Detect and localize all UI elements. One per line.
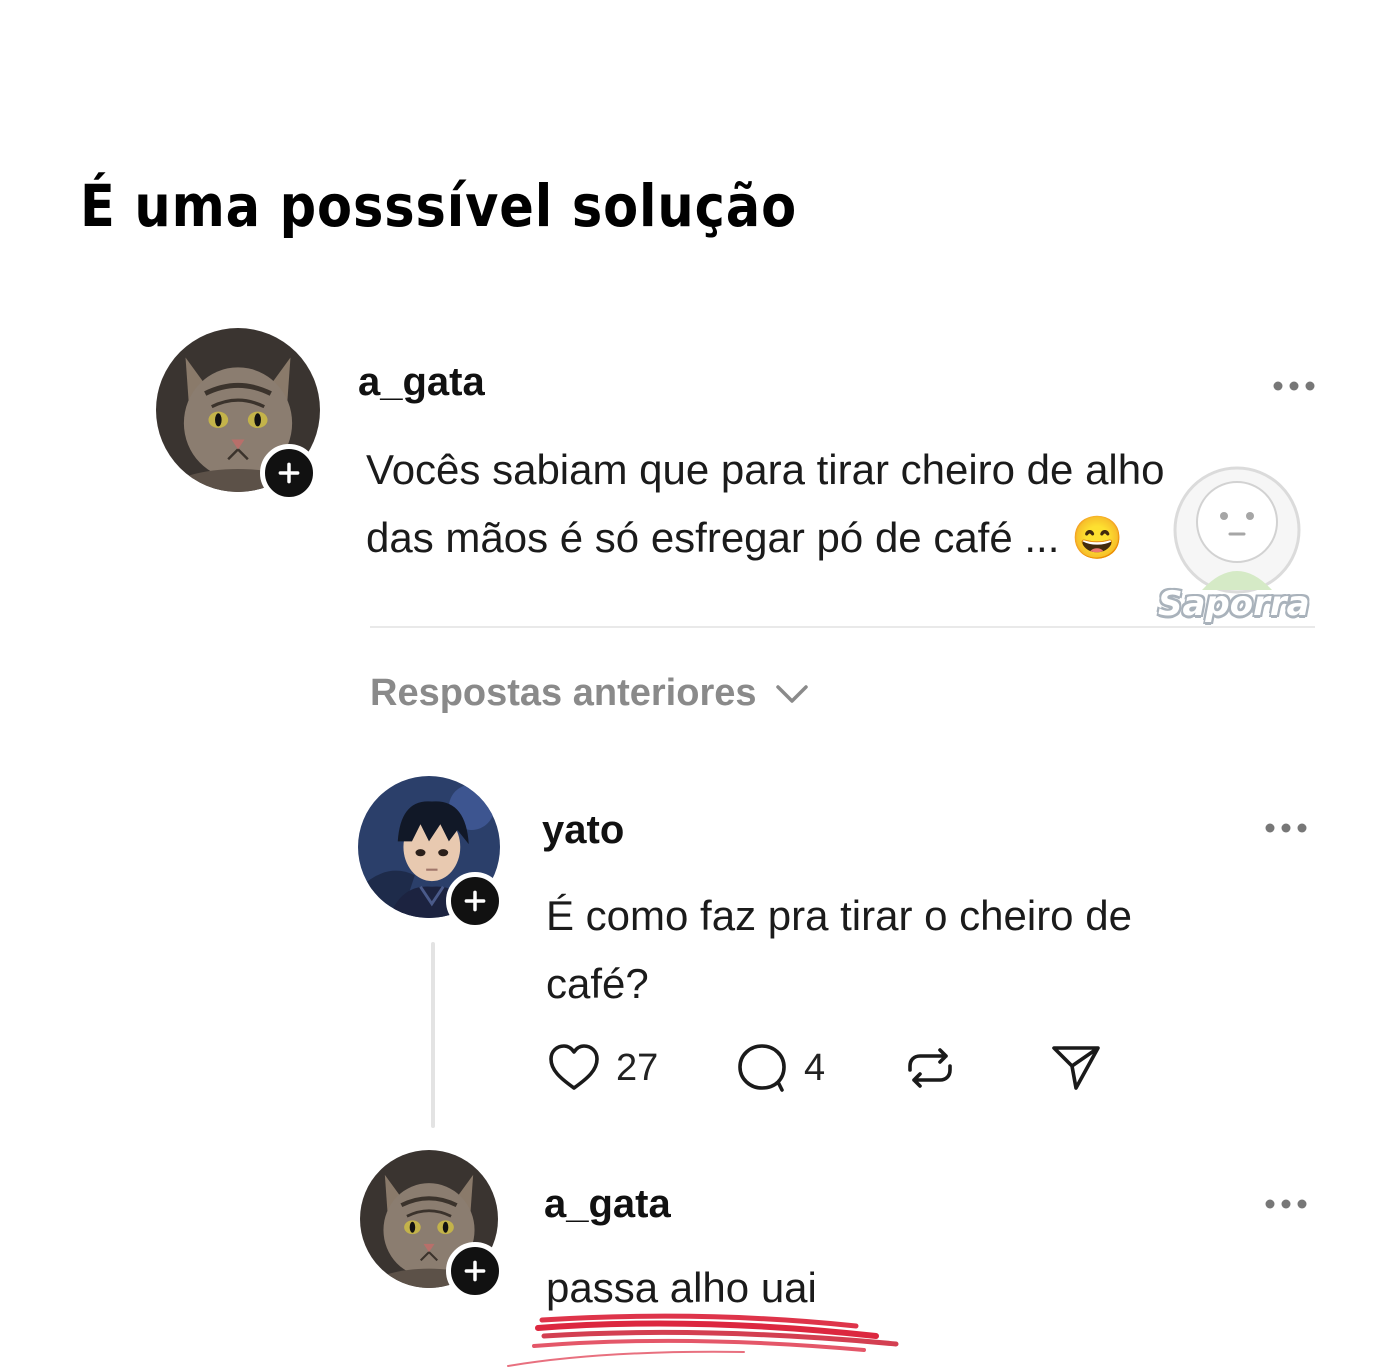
post-body: Vocês sabiam que para tirar cheiro de al… [366,436,1286,572]
repost-button[interactable] [902,1040,958,1096]
heart-icon [549,1044,599,1090]
follow-button[interactable] [446,1242,504,1300]
divider [370,626,1315,628]
reply-username[interactable]: yato [542,808,624,853]
more-options-icon[interactable] [1264,1198,1308,1210]
watermark-text: Saporra [1158,584,1310,624]
thread-line [431,942,435,1128]
comment-count: 4 [804,1046,826,1089]
post-username[interactable]: a_gata [358,360,485,405]
previous-replies-toggle[interactable]: Respostas anteriores [370,672,809,715]
like-button[interactable]: 27 [546,1040,658,1096]
like-count: 27 [616,1046,659,1089]
plus-icon [464,890,486,912]
more-options-icon[interactable] [1272,380,1316,392]
more-options-icon[interactable] [1264,822,1308,834]
comment-button[interactable]: 4 [734,1040,825,1096]
chevron-down-icon [775,684,808,703]
send-icon [1052,1046,1100,1090]
comment-icon [738,1044,786,1092]
reply-text-line: café? [546,960,649,1007]
reply-text-line: É como faz pra tirar o cheiro de [546,892,1132,939]
reply-body: É como faz pra tirar o cheiro de café? [546,882,1246,1018]
post-text-line: Vocês sabiam que para tirar cheiro de al… [366,446,1165,493]
follow-button[interactable] [260,444,318,502]
post-text-line: das mãos é só esfregar pó de café ... 😄 [366,514,1124,561]
plus-icon [278,462,300,484]
follow-button[interactable] [446,872,504,930]
share-button[interactable] [1048,1040,1104,1096]
repost-icon [908,1048,952,1088]
meme-caption: É uma posssível solução [80,172,798,240]
previous-replies-label: Respostas anteriores [370,672,757,714]
reply-username[interactable]: a_gata [544,1182,671,1227]
red-underline-scribble [507,1313,899,1367]
plus-icon [464,1260,486,1282]
